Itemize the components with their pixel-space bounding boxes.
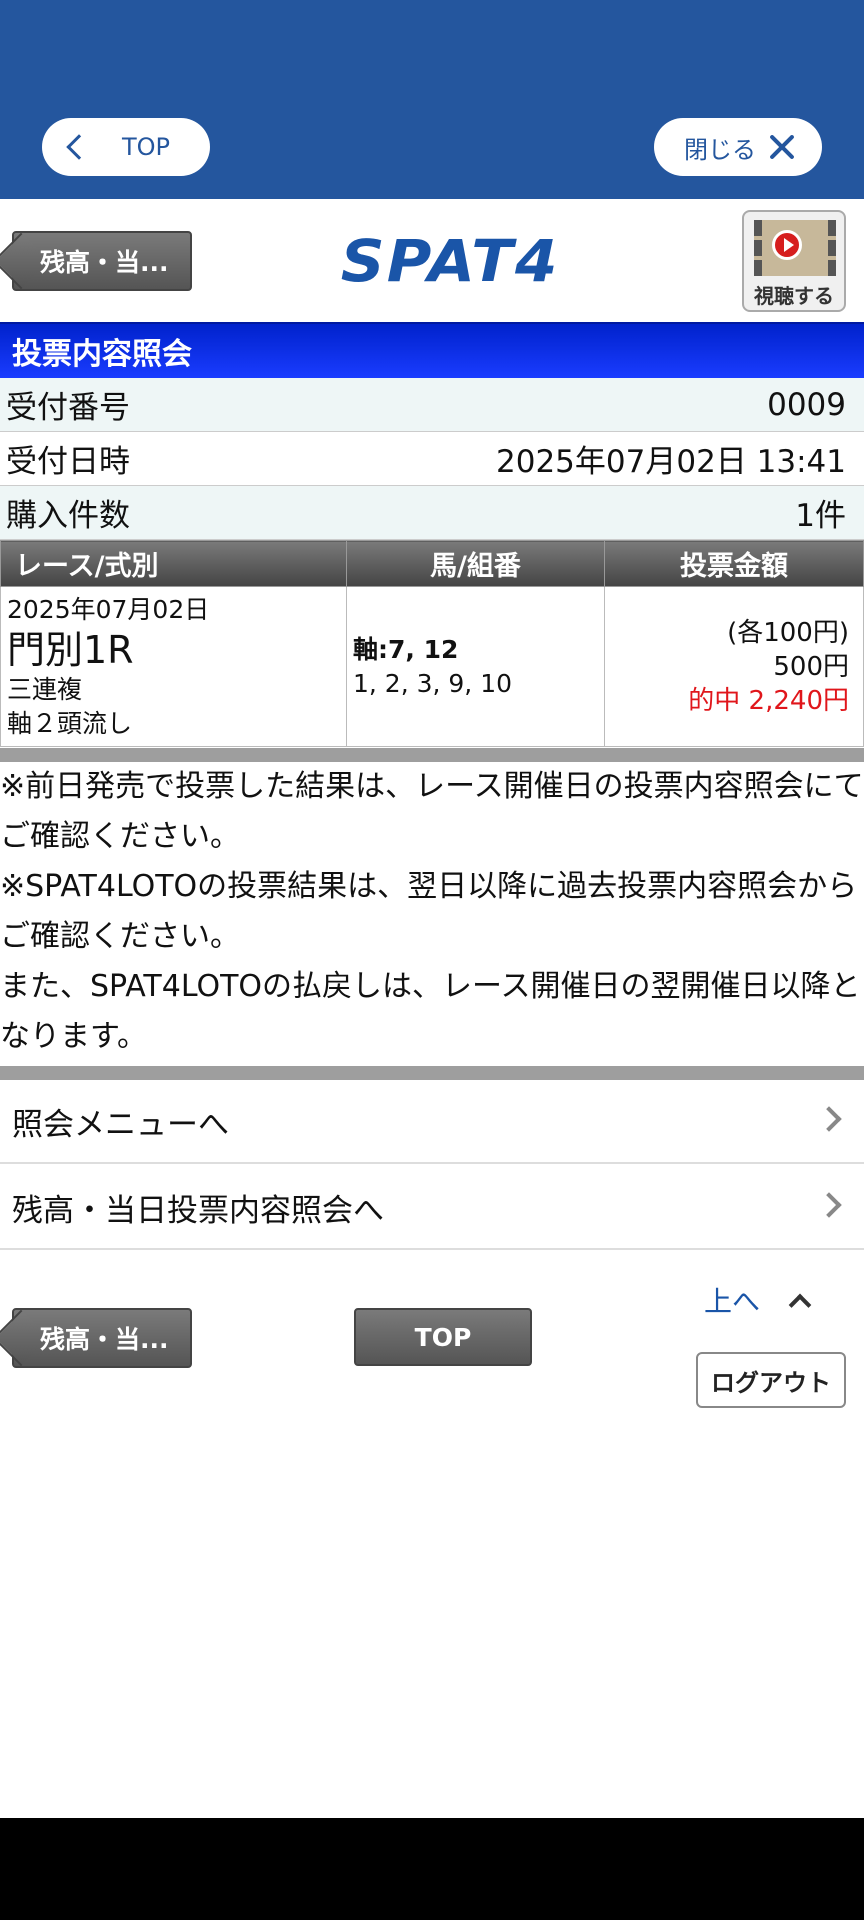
bet-method: 軸２頭流し xyxy=(7,708,133,738)
receipt-number-value: 0009 xyxy=(767,386,846,423)
chevron-up-icon xyxy=(788,1293,812,1317)
footer-balance-back-label: 残高・当... xyxy=(40,1325,169,1354)
menu-inquiry-label: 照会メニューへ xyxy=(12,1106,229,1143)
amount-cell: (各100円) 500円 的中 2,240円 xyxy=(604,586,864,747)
race-date: 2025年07月02日 xyxy=(7,594,210,624)
page-header: 残高・当... SPAT4 視聴する xyxy=(0,199,864,322)
partner-horses: 1, 2, 3, 9, 10 xyxy=(353,668,513,698)
close-button[interactable]: 閉じる xyxy=(654,118,822,176)
chevron-right-icon xyxy=(816,1106,842,1132)
scroll-up-link[interactable]: 上へ xyxy=(704,1280,812,1320)
menu-inquiry-link[interactable]: 照会メニューへ xyxy=(0,1080,864,1164)
race-cell: 2025年07月02日 門別1R 三連複 軸２頭流し xyxy=(0,586,347,747)
table-row: 2025年07月02日 門別1R 三連複 軸２頭流し 軸:7, 12 1, 2,… xyxy=(0,586,864,747)
purchase-count-value: 1件 xyxy=(795,498,846,534)
note-loto-result: ※SPAT4LOTOの投票結果は、翌日以降に過去投票内容照会からご確認ください。 xyxy=(0,869,858,954)
bet-table: レース/式別 馬/組番 投票金額 2025年07月02日 門別1R 三連複 軸２… xyxy=(0,540,864,747)
receipt-number-row: 受付番号 0009 xyxy=(0,378,864,432)
receipt-datetime-label: 受付日時 xyxy=(6,444,130,480)
chevron-left-icon xyxy=(66,134,92,160)
menu-balance-inquiry-label: 残高・当日投票内容照会へ xyxy=(12,1192,384,1229)
top-button-label: TOP xyxy=(122,133,171,161)
receipt-datetime-row: 受付日時 2025年07月02日 13:41 xyxy=(0,432,864,486)
top-button[interactable]: TOP xyxy=(42,118,210,176)
axis-horses: 軸:7, 12 xyxy=(353,634,459,664)
bet-type: 三連複 xyxy=(7,674,83,704)
watch-video-button[interactable]: 視聴する xyxy=(742,210,846,312)
divider xyxy=(0,1066,864,1080)
watch-label: 視聴する xyxy=(754,284,834,308)
note-presale: ※前日発売で投票した結果は、レース開催日の投票内容照会にてご確認ください。 xyxy=(0,769,864,854)
chevron-right-icon xyxy=(816,1192,842,1218)
purchase-count-row: 購入件数 1件 xyxy=(0,486,864,540)
payout-amount: 的中 2,240円 xyxy=(688,685,849,716)
footer-top-button[interactable]: TOP xyxy=(354,1308,532,1366)
footer-balance-back-button[interactable]: 残高・当... xyxy=(12,1308,192,1368)
note-loto-payout: また、SPAT4LOTOの払戻しは、レース開催日の翌開催日以降となります。 xyxy=(0,969,861,1054)
receipt-number-label: 受付番号 xyxy=(6,390,130,426)
spat4-logo: SPAT4 xyxy=(340,227,560,295)
col-race-type: レース/式別 xyxy=(0,540,347,587)
balance-back-label: 残高・当... xyxy=(40,248,169,277)
balance-back-button[interactable]: 残高・当... xyxy=(12,231,192,291)
divider xyxy=(0,748,864,762)
unit-amount: (各100円) xyxy=(727,617,849,648)
logout-button[interactable]: ログアウト xyxy=(696,1352,846,1408)
close-button-label: 閉じる xyxy=(684,135,756,164)
col-bet-amount: 投票金額 xyxy=(604,540,864,587)
close-icon xyxy=(768,133,796,161)
page-title: 投票内容照会 xyxy=(0,322,864,378)
race-name: 門別1R xyxy=(7,627,134,672)
notes: ※前日発売で投票した結果は、レース開催日の投票内容照会にてご確認ください。 ※S… xyxy=(0,762,864,1062)
table-header-row: レース/式別 馬/組番 投票金額 xyxy=(0,540,864,587)
system-nav-bar xyxy=(0,1818,864,1920)
scroll-up-label: 上へ xyxy=(704,1285,761,1318)
top-bar: TOP 閉じる xyxy=(0,0,864,199)
col-horse-combo: 馬/組番 xyxy=(346,540,605,587)
total-amount: 500円 xyxy=(773,651,849,682)
play-icon xyxy=(772,230,802,260)
menu-balance-inquiry-link[interactable]: 残高・当日投票内容照会へ xyxy=(0,1166,864,1250)
combo-cell: 軸:7, 12 1, 2, 3, 9, 10 xyxy=(346,586,605,747)
receipt-datetime-value: 2025年07月02日 13:41 xyxy=(496,444,846,480)
purchase-count-label: 購入件数 xyxy=(6,498,130,534)
